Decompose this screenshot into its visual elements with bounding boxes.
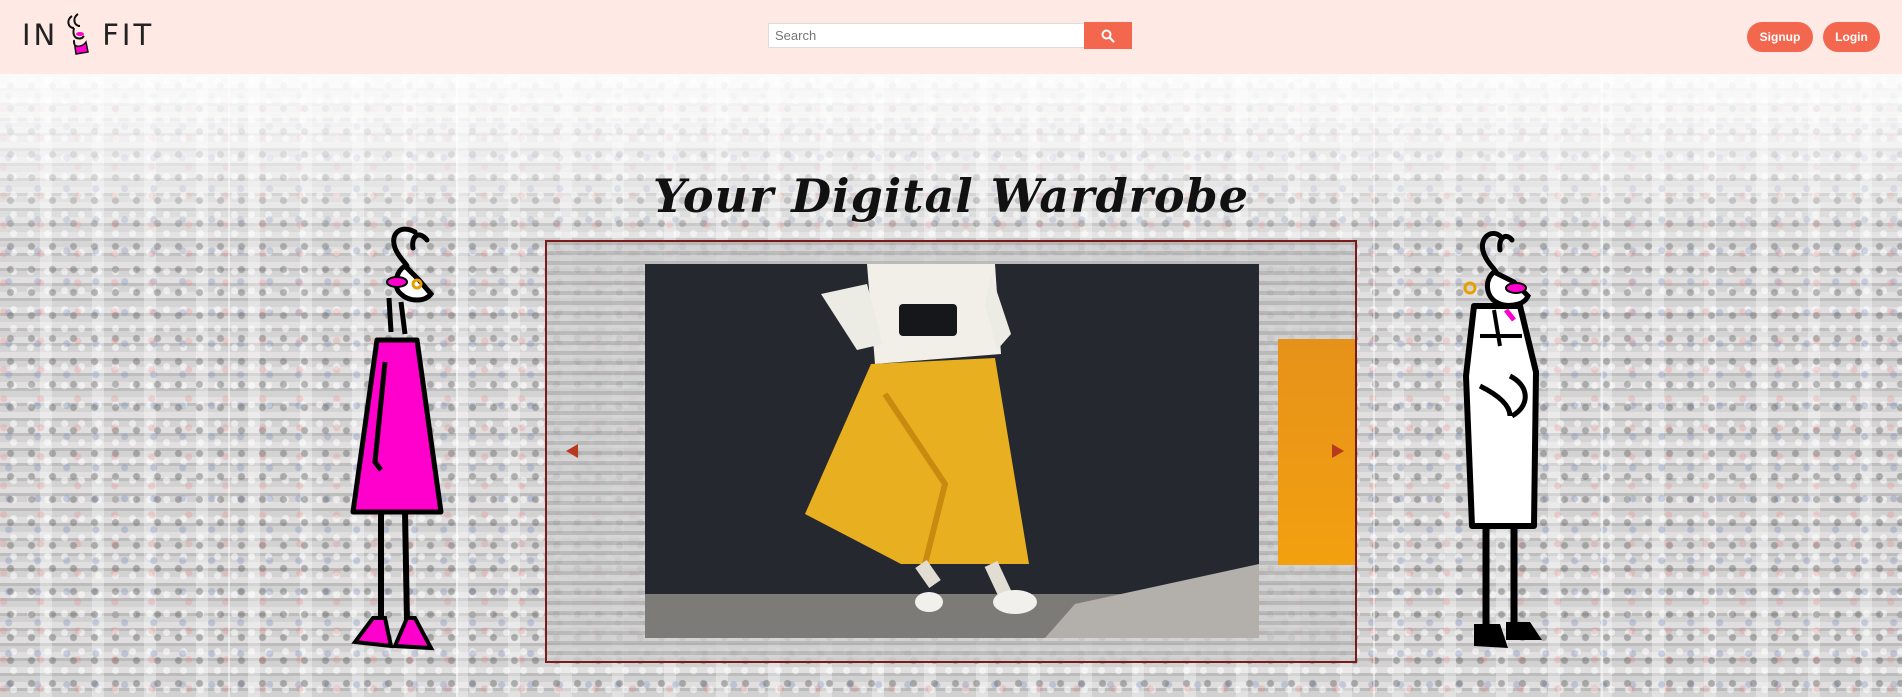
tile-divider — [228, 74, 230, 697]
search-icon — [1101, 29, 1115, 43]
hero-title: Your Digital Wardrobe — [653, 168, 1249, 223]
goat-figure-dress-illustration — [350, 226, 444, 651]
search-bar — [768, 22, 1132, 49]
top-navbar: IN FIT Signup Login — [0, 0, 1902, 74]
logo-text-fit: FIT — [102, 18, 155, 52]
caret-right-icon — [1332, 444, 1344, 458]
tile-divider — [1601, 74, 1603, 697]
caret-left-icon — [566, 444, 578, 458]
search-input[interactable] — [768, 23, 1084, 48]
site-logo[interactable]: IN FIT — [22, 10, 154, 60]
logo-text-in: IN — [22, 18, 59, 52]
login-button[interactable]: Login — [1823, 22, 1880, 52]
goat-logo-icon — [67, 13, 90, 55]
outfit-carousel[interactable] — [545, 240, 1357, 663]
carousel-slide-outfit-photo[interactable] — [645, 264, 1259, 638]
search-button[interactable] — [1084, 22, 1132, 49]
outfit-photo — [645, 264, 1259, 638]
carousel-prev-button[interactable] — [559, 438, 585, 464]
signup-button[interactable]: Signup — [1747, 22, 1813, 52]
goat-figure-suit-illustration — [1463, 230, 1542, 648]
tile-divider — [1373, 74, 1375, 697]
carousel-next-button[interactable] — [1325, 438, 1351, 464]
